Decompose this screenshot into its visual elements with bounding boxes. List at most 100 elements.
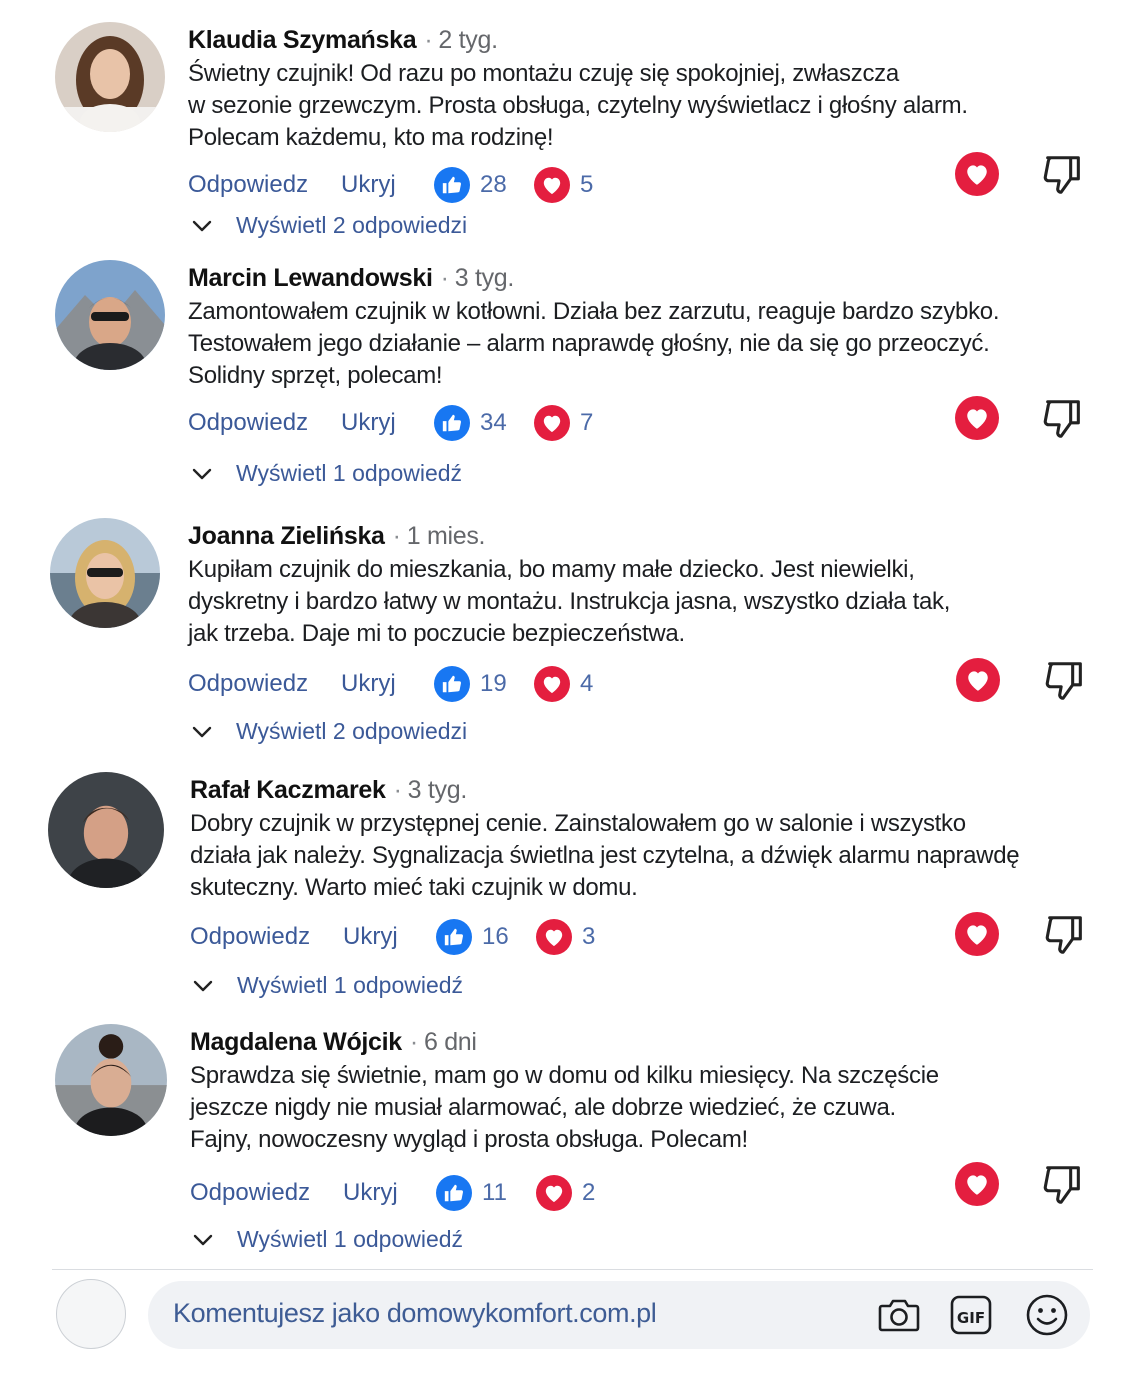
emoji-icon[interactable] xyxy=(1024,1292,1070,1338)
comment-input[interactable]: Komentujesz jako domowykomfort.com.pl GI… xyxy=(148,1281,1090,1349)
view-replies-label: Wyświetl 1 odpowiedź xyxy=(236,460,463,486)
comment-text-line: Fajny, nowoczesny wygląd i prosta obsług… xyxy=(190,1126,748,1153)
comment-text-line: Dobry czujnik w przystępnej cenie. Zains… xyxy=(190,810,966,837)
view-replies-link[interactable]: Wyświetl 1 odpowiedź xyxy=(192,460,462,487)
divider xyxy=(52,1269,1093,1270)
comment-text-line: Solidny sprzęt, polecam! xyxy=(188,362,443,389)
view-replies-link[interactable]: Wyświetl 2 odpowiedzi xyxy=(192,718,467,745)
reply-button[interactable]: Odpowiedz xyxy=(188,171,341,199)
heart-reactions[interactable]: 7 xyxy=(534,405,593,441)
heart-reactions[interactable]: 4 xyxy=(534,666,593,702)
author-name[interactable]: Rafał Kaczmarek xyxy=(190,776,386,804)
hide-button[interactable]: Ukryj xyxy=(341,171,434,199)
view-replies-link[interactable]: Wyświetl 1 odpowiedź xyxy=(193,1226,463,1253)
reply-button[interactable]: Odpowiedz xyxy=(188,409,341,437)
avatar[interactable] xyxy=(48,772,164,888)
comment-text-line: Świetny czujnik! Od razu po montażu czuj… xyxy=(188,60,899,87)
timestamp[interactable]: 3 tyg. xyxy=(408,776,468,804)
avatar[interactable] xyxy=(55,22,165,132)
view-replies-link[interactable]: Wyświetl 2 odpowiedzi xyxy=(192,212,467,239)
like-reactions[interactable]: 28 xyxy=(434,167,534,203)
comment-text-line: działa jak należy. Sygnalizacja świetlna… xyxy=(190,842,1020,869)
hide-button[interactable]: Ukryj xyxy=(341,409,434,437)
comment: Klaudia Szymańska · 2 tyg. Świetny czujnik… xyxy=(0,22,1145,272)
like-icon xyxy=(434,167,470,203)
timestamp[interactable]: 1 mies. xyxy=(407,522,486,550)
chevron-down-icon xyxy=(192,220,212,231)
comment-text-line: skuteczny. Warto mieć taki czujnik w dom… xyxy=(190,874,638,901)
heart-count: 3 xyxy=(582,923,596,950)
like-reactions[interactable]: 11 xyxy=(436,1175,536,1211)
timestamp[interactable]: 6 dni xyxy=(424,1028,477,1056)
like-icon xyxy=(434,666,470,702)
heart-reactions[interactable]: 2 xyxy=(536,1175,595,1211)
view-replies-label: Wyświetl 2 odpowiedzi xyxy=(236,212,468,238)
avatar[interactable] xyxy=(50,518,160,628)
author-name[interactable]: Klaudia Szymańska xyxy=(188,26,417,54)
comment-actions: Odpowiedz Ukryj 19 4 xyxy=(188,664,593,704)
comment-header: Marcin Lewandowski · 3 tyg. xyxy=(188,264,515,292)
love-button[interactable] xyxy=(955,912,999,956)
comment-header: Rafał Kaczmarek · 3 tyg. xyxy=(190,776,468,804)
view-replies-link[interactable]: Wyświetl 1 odpowiedź xyxy=(193,972,463,999)
chevron-down-icon xyxy=(192,726,212,737)
avatar[interactable] xyxy=(55,1024,167,1136)
heart-count: 5 xyxy=(580,171,594,198)
heart-icon xyxy=(536,1175,572,1211)
comment: Joanna Zielińska · 1 mies. Kupiłam czujnik… xyxy=(0,518,1145,768)
hide-button[interactable]: Ukryj xyxy=(341,670,434,698)
comment-actions: Odpowiedz Ukryj 11 2 xyxy=(190,1173,595,1213)
love-button[interactable] xyxy=(955,396,999,440)
heart-icon xyxy=(534,167,570,203)
chevron-down-icon xyxy=(193,980,213,991)
view-replies-label: Wyświetl 1 odpowiedź xyxy=(237,972,464,998)
love-button[interactable] xyxy=(956,658,1000,702)
camera-icon[interactable] xyxy=(876,1292,922,1338)
heart-count: 4 xyxy=(580,670,594,697)
comment-text-line: Zamontowałem czujnik w kotłowni. Działa … xyxy=(188,298,1000,325)
reply-button[interactable]: Odpowiedz xyxy=(190,923,343,951)
comment-text-line: dyskretny i bardzo łatwy w montażu. Inst… xyxy=(188,588,951,615)
heart-count: 7 xyxy=(580,409,594,436)
dislike-button[interactable] xyxy=(1040,396,1086,442)
heart-reactions[interactable]: 5 xyxy=(534,167,593,203)
like-reactions[interactable]: 16 xyxy=(436,919,536,955)
dislike-button[interactable] xyxy=(1042,912,1088,958)
avatar[interactable] xyxy=(55,260,165,370)
comment-text: Świetny czujnik! Od razu po montażu czuj… xyxy=(188,58,988,154)
author-name[interactable]: Magdalena Wójcik xyxy=(190,1028,402,1056)
gif-icon[interactable]: GIF xyxy=(948,1292,994,1338)
like-count: 34 xyxy=(480,409,507,436)
reply-button[interactable]: Odpowiedz xyxy=(190,1179,343,1207)
chevron-down-icon xyxy=(193,1234,213,1245)
like-icon xyxy=(436,919,472,955)
comment-input-placeholder[interactable]: Komentujesz jako domowykomfort.com.pl xyxy=(173,1298,657,1329)
author-name[interactable]: Marcin Lewandowski xyxy=(188,264,433,292)
comment-text-line: Polecam każdemu, kto ma rodzinę! xyxy=(188,124,554,151)
timestamp[interactable]: 2 tyg. xyxy=(438,26,498,54)
like-reactions[interactable]: 34 xyxy=(434,405,534,441)
view-replies-label: Wyświetl 2 odpowiedzi xyxy=(236,718,468,744)
comment-text: Kupiłam czujnik do mieszkania, bo mamy m… xyxy=(188,554,988,650)
love-button[interactable] xyxy=(955,1162,999,1206)
comment-header: Joanna Zielińska · 1 mies. xyxy=(188,522,486,550)
like-reactions[interactable]: 19 xyxy=(434,666,534,702)
comment-actions: Odpowiedz Ukryj 28 5 xyxy=(188,165,593,205)
comment: Magdalena Wójcik · 6 dni Sprawdza się świe… xyxy=(0,1024,1145,1274)
timestamp[interactable]: 3 tyg. xyxy=(455,264,515,292)
dislike-button[interactable] xyxy=(1040,152,1086,198)
reply-button[interactable]: Odpowiedz xyxy=(188,670,341,698)
hide-button[interactable]: Ukryj xyxy=(343,923,436,951)
comment-actions: Odpowiedz Ukryj 16 3 xyxy=(190,917,595,957)
hide-button[interactable]: Ukryj xyxy=(343,1179,436,1207)
dislike-button[interactable] xyxy=(1042,658,1088,704)
chevron-down-icon xyxy=(192,468,212,479)
heart-reactions[interactable]: 3 xyxy=(536,919,595,955)
current-user-avatar[interactable] xyxy=(56,1279,126,1349)
author-name[interactable]: Joanna Zielińska xyxy=(188,522,385,550)
like-count: 11 xyxy=(482,1179,507,1206)
love-button[interactable] xyxy=(955,152,999,196)
like-icon xyxy=(436,1175,472,1211)
heart-icon xyxy=(534,666,570,702)
dislike-button[interactable] xyxy=(1040,1162,1086,1208)
